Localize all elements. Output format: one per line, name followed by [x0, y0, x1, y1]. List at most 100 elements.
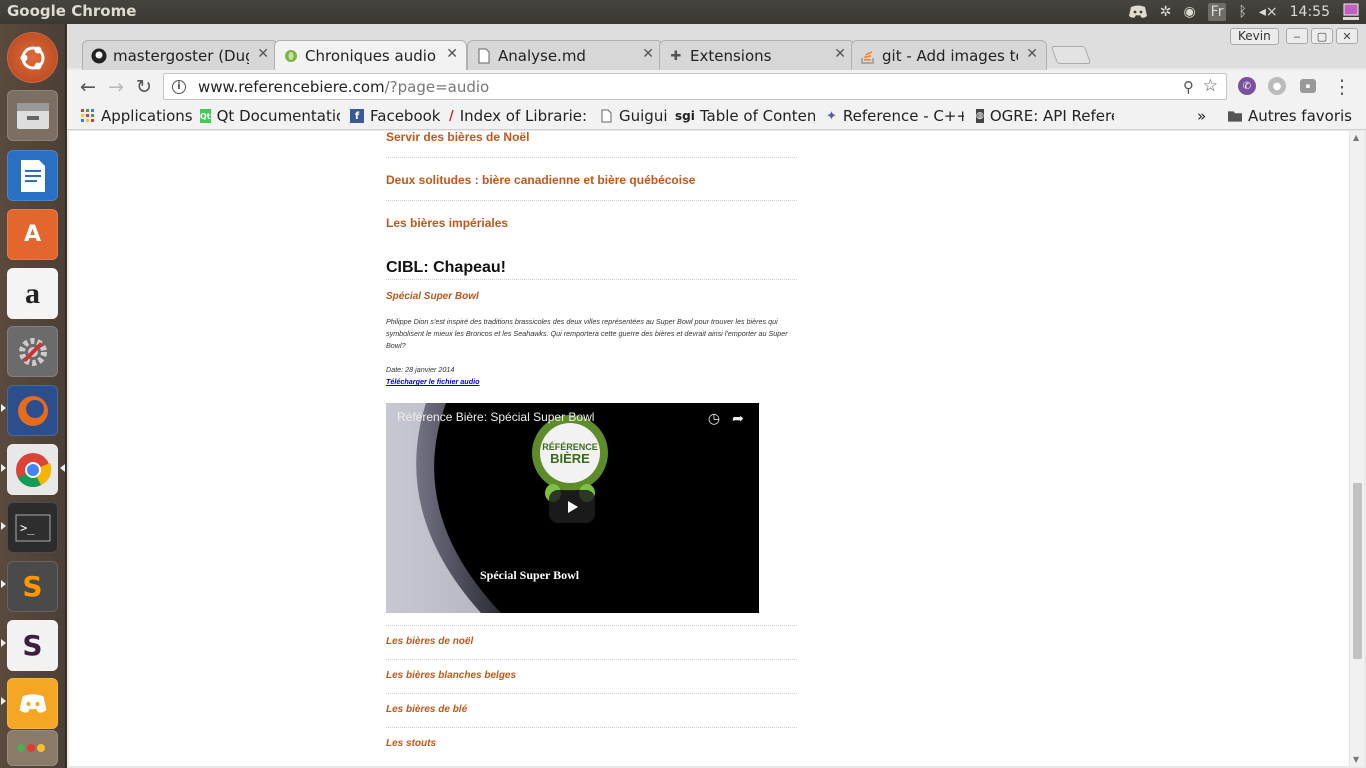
- article-link[interactable]: Les bières impériales: [386, 216, 797, 236]
- section-title: CIBL: Chapeau!: [386, 259, 797, 280]
- chrome-focused-indicator: [60, 464, 65, 472]
- youtube-video-player[interactable]: RÉFÉRENCE BIÈRE Référence Bière: Spécial…: [386, 403, 759, 613]
- chrome-icon[interactable]: [7, 444, 58, 495]
- back-icon[interactable]: ←: [77, 76, 99, 98]
- network-settings-icon[interactable]: ✲: [1160, 4, 1172, 20]
- article-link[interactable]: Servir des bières de Noël: [386, 131, 797, 158]
- system-settings-icon[interactable]: [7, 326, 58, 377]
- article-link[interactable]: Deux solitudes : bière canadienne et biè…: [386, 173, 797, 201]
- ubuntu-software-icon[interactable]: A: [7, 209, 58, 260]
- bookmark-index-of-libraries[interactable]: / Index of Librarie:: [449, 107, 587, 125]
- reload-icon[interactable]: ↻: [133, 76, 155, 98]
- browser-toolbar: ← → ↻ i www.referencebiere.com/?page=aud…: [67, 70, 1366, 102]
- play-icon: [568, 500, 578, 513]
- keyboard-layout-indicator[interactable]: Fr: [1207, 3, 1227, 21]
- extension-badge-icon[interactable]: ▪: [1300, 79, 1316, 93]
- reference-biere-icon: [283, 48, 299, 64]
- qt-icon: Qt: [200, 109, 211, 123]
- maximize-button[interactable]: ▢: [1311, 28, 1333, 44]
- share-icon[interactable]: ➦: [730, 410, 746, 426]
- libreoffice-writer-icon[interactable]: [7, 150, 58, 201]
- tab-close-icon[interactable]: ✕: [446, 46, 458, 62]
- url-host: www.referencebiere.com: [198, 77, 385, 96]
- sublime-text-icon[interactable]: S: [7, 561, 58, 612]
- bookmark-star-icon[interactable]: ☆: [1203, 76, 1218, 96]
- system-tray: ✲ ◉ Fr ᛒ ◂× 14:55: [1122, 0, 1366, 24]
- page-scrollbar[interactable]: ▲ ▼: [1349, 131, 1364, 766]
- scroll-down-arrow-icon[interactable]: ▼: [1353, 755, 1359, 764]
- forward-icon[interactable]: →: [105, 76, 127, 98]
- bookmark-guigui[interactable]: Guigui: [599, 107, 668, 125]
- bluetooth-icon[interactable]: ᛒ: [1238, 4, 1246, 20]
- pen-icon: /: [449, 108, 454, 124]
- viber-extension-icon[interactable]: ✆: [1238, 77, 1256, 95]
- slack-icon[interactable]: S: [7, 620, 58, 671]
- unity-launcher: A a >_ S S: [0, 24, 66, 768]
- bookmark-table-of-contents[interactable]: sgi Table of Content:: [675, 107, 815, 125]
- bookmark-qt-documentation[interactable]: Qt Qt Documentatic: [200, 107, 340, 125]
- tab-label: Chroniques audio -: [305, 46, 438, 65]
- wireless-icon[interactable]: ◉: [1183, 4, 1195, 20]
- bookmarks-overflow-chevron[interactable]: »: [1197, 107, 1206, 125]
- category-link[interactable]: Les bières blanches belges: [386, 659, 797, 693]
- apps-grid-icon: [81, 109, 95, 123]
- volume-icon[interactable]: ◂×: [1259, 4, 1278, 20]
- svg-text:>_: >_: [20, 521, 35, 535]
- ubuntu-dash-icon[interactable]: [7, 32, 58, 83]
- close-window-button[interactable]: ✕: [1336, 28, 1358, 44]
- chrome-menu-icon[interactable]: ⋮: [1331, 76, 1353, 98]
- tab-close-icon[interactable]: ✕: [257, 46, 269, 62]
- bookmark-label: Index of Librarie:: [459, 107, 587, 125]
- tab-close-icon[interactable]: ✕: [834, 46, 846, 62]
- minimize-button[interactable]: ‒: [1286, 28, 1308, 44]
- terminal-running-indicator: [1, 522, 6, 530]
- tab-close-icon[interactable]: ✕: [1026, 46, 1038, 62]
- episode-title: Spécial Super Bowl: [386, 291, 479, 302]
- address-bar[interactable]: i www.referencebiere.com/?page=audio ⚲ ☆: [163, 73, 1227, 100]
- tab-chroniques-audio[interactable]: Chroniques audio - ✕: [274, 40, 467, 70]
- os-top-panel: Google Chrome ✲ ◉ Fr ᛒ ◂× 14:55: [0, 0, 1366, 24]
- tab-github[interactable]: mastergoster (Dug ✕: [82, 40, 278, 70]
- play-button[interactable]: [549, 490, 595, 523]
- session-menu-icon[interactable]: [1342, 3, 1360, 21]
- episode-description: Philippe Dion s'est inspiré des traditio…: [386, 317, 788, 350]
- new-tab-button[interactable]: [1050, 46, 1092, 64]
- workspace-switcher-icon[interactable]: [7, 730, 58, 766]
- scrollbar-thumb[interactable]: [1353, 483, 1362, 659]
- bookmark-other-favorites[interactable]: Autres favoris: [1228, 107, 1352, 125]
- tab-extensions[interactable]: ✚ Extensions ✕: [659, 40, 855, 70]
- tab-stackoverflow[interactable]: git - Add images to ✕: [851, 40, 1047, 70]
- discord-tray-icon[interactable]: [1128, 5, 1148, 19]
- download-audio-link[interactable]: Télécharger le fichier audio: [386, 377, 479, 386]
- bookmark-ogre-api[interactable]: ◍ OGRE: API Refere: [976, 107, 1114, 125]
- tab-close-icon[interactable]: ✕: [642, 46, 654, 62]
- bookmarks-bar: Applications Qt Qt Documentatic f Facebo…: [67, 102, 1366, 130]
- video-title[interactable]: Référence Bière: Spécial Super Bowl: [397, 410, 594, 424]
- bookmark-cplusplus-reference[interactable]: ✦ Reference - C++ R: [826, 107, 964, 125]
- terminal-icon[interactable]: >_: [7, 502, 58, 553]
- tab-analyse-md[interactable]: Analyse.md ✕: [467, 40, 663, 70]
- firefox-icon[interactable]: [7, 385, 58, 436]
- category-link[interactable]: Les bières de blé: [386, 693, 797, 727]
- bookmark-applications[interactable]: Applications: [81, 107, 193, 125]
- clock[interactable]: 14:55: [1290, 4, 1330, 20]
- bookmark-facebook[interactable]: f Facebook: [350, 107, 440, 125]
- files-icon[interactable]: [7, 90, 58, 141]
- watch-later-icon[interactable]: ◷: [706, 410, 722, 426]
- ogre-icon: ◍: [976, 109, 984, 123]
- page-viewport: Servir des bières de Noël Deux solitudes…: [69, 131, 1349, 766]
- extension-icon[interactable]: ●: [1268, 77, 1286, 95]
- firefox-running-indicator: [1, 404, 6, 412]
- scroll-up-arrow-icon[interactable]: ▲: [1353, 133, 1359, 142]
- tab-strip: mastergoster (Dug ✕ Chroniques audio - ✕…: [67, 24, 1366, 70]
- site-info-icon[interactable]: i: [172, 79, 186, 94]
- discord-launcher-icon[interactable]: [7, 678, 58, 729]
- tab-label: Analyse.md: [498, 46, 586, 65]
- bookmark-label: Autres favoris: [1248, 107, 1352, 125]
- category-link[interactable]: Les bières de noël: [386, 625, 797, 659]
- zoom-icon[interactable]: ⚲: [1183, 78, 1194, 96]
- profile-button[interactable]: Kevin: [1230, 28, 1279, 45]
- sgi-icon: sgi: [675, 109, 695, 123]
- amazon-icon[interactable]: a: [7, 268, 58, 319]
- category-link[interactable]: Les stouts: [386, 727, 797, 761]
